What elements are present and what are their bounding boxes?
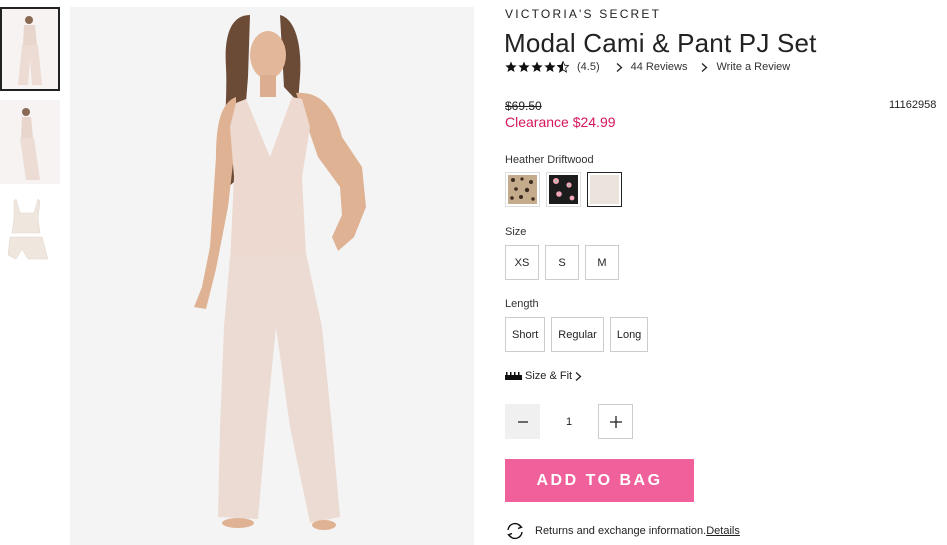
star-icon bbox=[544, 61, 556, 72]
exchange-icon bbox=[507, 522, 523, 540]
leopard-swatch[interactable] bbox=[505, 172, 540, 207]
color-label: Heather Driftwood bbox=[505, 154, 594, 166]
reviews-link-label: 44 Reviews bbox=[630, 61, 688, 73]
ruler-icon bbox=[505, 372, 522, 380]
size-option-m[interactable]: M bbox=[585, 245, 619, 280]
length-option-regular[interactable]: Regular bbox=[551, 317, 604, 352]
quantity-value[interactable]: 1 bbox=[540, 416, 598, 428]
star-icon bbox=[505, 61, 517, 72]
quantity-stepper: 1 bbox=[505, 404, 633, 439]
star-icon bbox=[518, 61, 530, 72]
size-fit-label: Size & Fit bbox=[525, 370, 573, 382]
model-photo bbox=[70, 7, 474, 545]
half-star-icon bbox=[557, 61, 569, 73]
plus-icon bbox=[609, 415, 622, 428]
product-title: Modal Cami & Pant PJ Set bbox=[504, 28, 817, 58]
thumbnail-flat[interactable] bbox=[0, 193, 60, 277]
sale-price: Clearance $24.99 bbox=[505, 114, 616, 130]
chevron-right-icon bbox=[575, 371, 582, 381]
rating-stars[interactable] bbox=[505, 61, 569, 73]
rating-row: (4.5) 44 Reviews Write a Review bbox=[505, 61, 804, 73]
floral-pattern bbox=[549, 175, 578, 204]
main-product-image[interactable] bbox=[70, 7, 474, 545]
returns-details-link[interactable]: Details bbox=[706, 525, 740, 537]
thumbnail-front-image bbox=[2, 9, 58, 89]
returns-text: Returns and exchange information. bbox=[535, 525, 707, 537]
write-review-link[interactable]: Write a Review bbox=[701, 61, 790, 73]
star-icon bbox=[531, 61, 543, 72]
reviews-link[interactable]: 44 Reviews bbox=[616, 61, 688, 73]
chevron-right-icon bbox=[616, 62, 623, 72]
floral-black-swatch[interactable] bbox=[546, 172, 581, 207]
decrease-quantity-button[interactable] bbox=[505, 404, 540, 439]
write-review-label: Write a Review bbox=[716, 61, 791, 73]
leopard-pattern bbox=[508, 175, 537, 204]
size-option-s[interactable]: S bbox=[545, 245, 579, 280]
rating-value: (4.5) bbox=[577, 61, 600, 73]
add-to-bag-button[interactable]: ADD TO BAG bbox=[505, 459, 694, 502]
thumbnail-side[interactable] bbox=[0, 100, 60, 184]
size-label: Size bbox=[505, 226, 527, 238]
chevron-right-icon bbox=[702, 62, 708, 72]
size-option-xs[interactable]: XS bbox=[505, 245, 539, 280]
length-option-long[interactable]: Long bbox=[609, 317, 649, 352]
original-price: $69.50 bbox=[505, 99, 542, 113]
thumbnail-gallery bbox=[0, 7, 60, 286]
length-option-short[interactable]: Short bbox=[505, 317, 546, 352]
thumbnail-flat-image bbox=[0, 193, 60, 277]
size-fit-link[interactable]: Size & Fit bbox=[505, 370, 582, 382]
length-label: Length bbox=[505, 298, 539, 310]
increase-quantity-button[interactable] bbox=[598, 404, 633, 439]
size-options: XS S M bbox=[505, 245, 619, 280]
thumbnail-side-image bbox=[0, 100, 60, 184]
returns-info: Returns and exchange information. Detail… bbox=[505, 522, 740, 540]
thumbnail-front[interactable] bbox=[0, 7, 60, 91]
length-options: Short Regular Long bbox=[505, 317, 649, 352]
heather-driftwood-fill bbox=[590, 175, 619, 204]
minus-icon bbox=[517, 420, 528, 423]
product-sku: 11162958 bbox=[889, 99, 937, 111]
brand-name: VICTORIA'S SECRET bbox=[505, 7, 662, 21]
heather-driftwood-swatch[interactable] bbox=[587, 172, 622, 207]
color-swatches bbox=[505, 172, 622, 207]
